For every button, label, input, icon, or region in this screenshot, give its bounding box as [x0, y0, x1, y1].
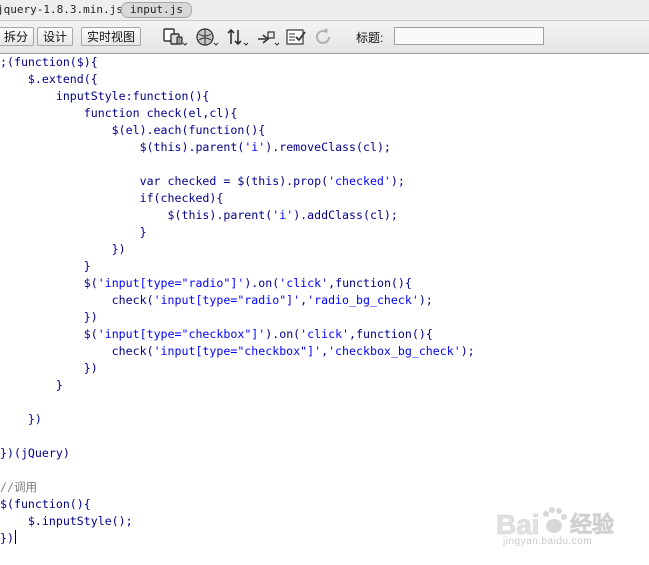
- visual-aids-icon[interactable]: [256, 26, 282, 48]
- code-line: $(function(){: [0, 497, 91, 511]
- string-literal: 'input[type="checkbox"]': [153, 344, 322, 358]
- code-line: if(checked){: [0, 191, 224, 205]
- code-comment-line: //调用: [0, 480, 38, 494]
- validate-icon[interactable]: [285, 26, 311, 48]
- code-token: ).on(: [265, 327, 301, 341]
- file-management-icon[interactable]: [226, 26, 252, 48]
- code-line: check('input[type="checkbox"]','checkbox…: [0, 343, 475, 360]
- code-token: check(: [0, 344, 154, 358]
- browser-preview-icon[interactable]: [195, 26, 221, 48]
- watermark-brand-cn: 经验: [570, 512, 614, 538]
- paw-icon: [543, 507, 567, 533]
- code-token: ,function(){: [328, 276, 412, 290]
- code-token: $(this).parent(: [0, 140, 245, 154]
- multiscreen-icon[interactable]: [162, 26, 188, 48]
- text-cursor: [14, 530, 16, 544]
- file-tab-input-js[interactable]: input.js: [121, 2, 192, 18]
- code-line: }): [0, 412, 42, 426]
- code-token: ,function(){: [349, 327, 433, 341]
- code-line: function check(el,cl){: [0, 106, 238, 120]
- baidu-jingyan-watermark: Bai 经验: [496, 507, 614, 540]
- string-literal: 'checked': [328, 174, 391, 188]
- code-line-last: }): [0, 530, 475, 547]
- code-editor[interactable]: ;(function($){ $.extend({ inputStyle:fun…: [0, 54, 649, 565]
- code-token: ).removeClass(cl);: [265, 140, 391, 154]
- title-input[interactable]: [394, 27, 544, 45]
- code-content[interactable]: ;(function($){ $.extend({ inputStyle:fun…: [0, 54, 475, 547]
- string-literal: 'input[type="radio"]': [97, 276, 245, 290]
- code-token: var checked = $(this).prop(: [0, 174, 329, 188]
- code-line: $.inputStyle();: [0, 514, 133, 528]
- code-line: check('input[type="radio"]','radio_bg_ch…: [0, 292, 475, 309]
- watermark-url: jingyan.baidu.com: [503, 536, 593, 547]
- code-token: $(this).parent(: [0, 208, 273, 222]
- code-line: }: [0, 259, 91, 273]
- code-line: inputStyle:function(){: [0, 89, 210, 103]
- code-line: })(jQuery): [0, 446, 70, 460]
- code-line: $(this).parent('i').removeClass(cl);: [0, 139, 475, 156]
- string-literal: 'input[type="radio"]': [153, 293, 301, 307]
- code-line: $('input[type="checkbox"]').on('click',f…: [0, 326, 475, 343]
- code-line: }: [0, 225, 147, 239]
- string-literal: 'click': [300, 327, 350, 341]
- code-line: }: [0, 378, 63, 392]
- code-line: }): [0, 310, 98, 324]
- code-line: }): [0, 361, 98, 375]
- live-view-button[interactable]: 实时视图: [81, 27, 142, 46]
- design-view-button[interactable]: 设计: [37, 27, 74, 46]
- code-line: $.extend({: [0, 72, 98, 86]
- string-literal: 'radio_bg_check': [307, 293, 419, 307]
- code-line: var checked = $(this).prop('checked');: [0, 173, 475, 190]
- string-literal: 'i': [244, 140, 266, 154]
- code-line: }): [0, 242, 126, 256]
- document-toolbar: 拆分 设计 实时视图 标题:: [0, 21, 649, 54]
- string-literal: 'i': [272, 208, 294, 222]
- code-token: );: [390, 174, 405, 188]
- code-token: $(: [0, 276, 98, 290]
- code-line: $('input[type="radio"]').on('click',func…: [0, 275, 475, 292]
- code-line: $(this).parent('i').addClass(cl);: [0, 207, 475, 224]
- title-label: 标题:: [356, 31, 384, 45]
- string-literal: 'input[type="checkbox"]': [97, 327, 266, 341]
- code-token: ).addClass(cl);: [293, 208, 398, 222]
- string-literal: 'checkbox_bg_check': [328, 344, 461, 358]
- string-literal: 'click': [279, 276, 329, 290]
- code-token: ).on(: [244, 276, 280, 290]
- code-token: );: [418, 293, 433, 307]
- code-line-last-text: }): [0, 531, 14, 545]
- code-token: check(: [0, 293, 154, 307]
- file-tab-jquery[interactable]: jquery-1.8.3.min.js: [0, 3, 123, 17]
- split-view-button[interactable]: 拆分: [0, 27, 35, 46]
- code-token: $(: [0, 327, 98, 341]
- code-token: );: [460, 344, 475, 358]
- code-line: $(el).each(function(){: [0, 123, 266, 137]
- code-line: ;(function($){: [0, 55, 98, 69]
- file-tab-bar: jquery-1.8.3.min.js input.js: [0, 0, 649, 21]
- refresh-icon[interactable]: [314, 26, 334, 48]
